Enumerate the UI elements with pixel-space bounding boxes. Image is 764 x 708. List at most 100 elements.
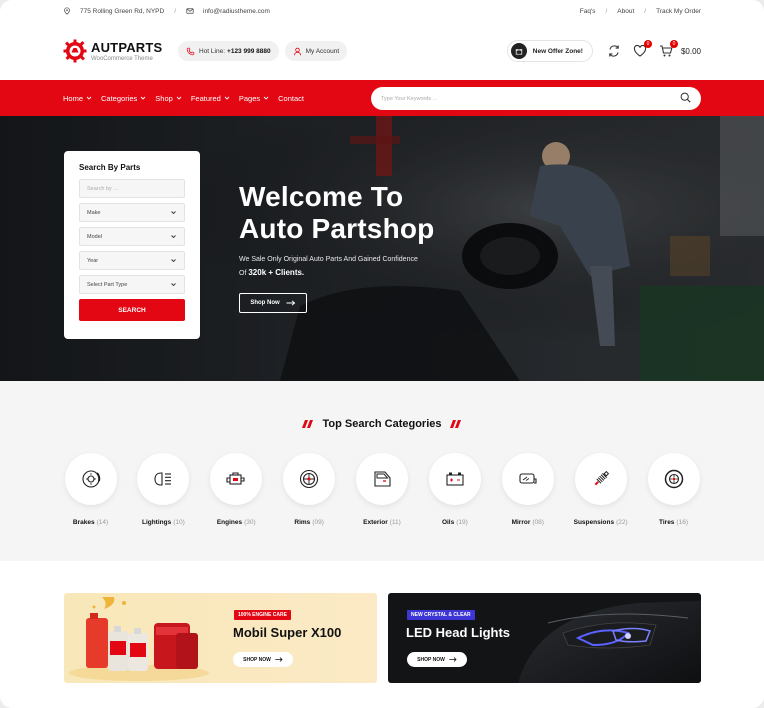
category-count: (11) <box>389 519 401 526</box>
category-engines[interactable]: Engines (30) <box>209 453 264 526</box>
category-tires[interactable]: Tires (16) <box>646 453 701 526</box>
category-name: Brakes <box>72 519 95 526</box>
categories-title: Top Search Categories <box>322 418 442 430</box>
part-type-select[interactable]: Select Part Type <box>79 275 185 294</box>
header: AUTPARTS WooCommerce Theme Hot Line: +12… <box>0 22 764 80</box>
hero-text: Welcome To Auto Partshop We Sale Only Or… <box>239 181 434 313</box>
category-icon-circle <box>210 453 263 505</box>
my-account-button[interactable]: My Account <box>284 41 348 61</box>
promo-shop-now-button[interactable]: SHOP NOW <box>407 652 467 667</box>
about-link[interactable]: About <box>617 8 634 15</box>
chevron-down-icon <box>224 96 230 100</box>
hero-subtitle-highlight: 320k + Clients. <box>248 268 305 277</box>
nav-item-pages[interactable]: Pages <box>239 94 269 103</box>
my-account-label: My Account <box>305 47 340 55</box>
promo-shop-now-button[interactable]: SHOP NOW <box>233 652 293 667</box>
category-exterior[interactable]: Exterior (11) <box>355 453 410 526</box>
category-name: Lightings <box>141 519 172 526</box>
shop-now-label: SHOP NOW <box>243 656 271 663</box>
user-icon <box>293 47 306 56</box>
nav-item-home[interactable]: Home <box>63 94 92 103</box>
nav-item-shop[interactable]: Shop <box>155 94 182 103</box>
promo-title: LED Head Lights <box>406 625 511 640</box>
category-name: Tires <box>659 519 675 526</box>
category-suspensions[interactable]: Suspensions (22) <box>573 453 628 526</box>
promo-title: Mobil Super X100 <box>233 625 342 640</box>
nav-item-featured[interactable]: Featured <box>191 94 230 103</box>
offer-zone-label: New Offer Zone! <box>532 47 583 55</box>
mail-icon <box>186 7 197 15</box>
category-name: Engines <box>216 519 243 526</box>
category-brakes[interactable]: Brakes (14) <box>63 453 118 526</box>
promo-banner-led-lights[interactable]: NEW CRYSTAL & CLEAR LED Head Lights SHOP… <box>388 593 701 683</box>
select-value: Year <box>87 257 99 264</box>
year-select[interactable]: Year <box>79 251 185 270</box>
logo-name: AUTPARTS <box>91 40 163 55</box>
category-name: Oils <box>441 519 455 526</box>
car-door-icon <box>374 471 391 487</box>
keyword-search-box <box>371 87 701 110</box>
category-icon-circle <box>574 453 627 505</box>
category-icon-circle <box>64 453 117 505</box>
cart-icon[interactable]: 0 <box>659 40 678 58</box>
category-name: Rims <box>294 519 311 526</box>
cart-total[interactable]: $0.00 <box>681 47 701 56</box>
category-rims[interactable]: Rims (09) <box>282 453 337 526</box>
offer-zone-button[interactable]: New Offer Zone! <box>506 40 593 62</box>
nav-item-contact[interactable]: Contact <box>278 94 304 103</box>
site-logo[interactable]: AUTPARTS WooCommerce Theme <box>63 39 175 63</box>
category-mirror[interactable]: Mirror (08) <box>500 453 555 526</box>
mirror-icon <box>519 473 537 484</box>
shop-now-label: SHOP NOW <box>417 656 445 663</box>
nav-item-label: Home <box>63 93 84 103</box>
chevron-down-icon <box>171 211 176 215</box>
faq-link[interactable]: Faq's <box>580 8 596 15</box>
category-count: (09) <box>312 519 324 526</box>
nav-item-label: Categories <box>101 93 138 103</box>
category-icon-circle <box>428 453 481 505</box>
hero-section: Search By Parts Search by ... Make Model… <box>0 116 764 381</box>
hotline-pill[interactable]: Hot Line: +123 999 8880 <box>178 41 279 61</box>
compare-icon[interactable] <box>607 44 621 58</box>
parts-search-input[interactable]: Search by ... <box>79 179 185 198</box>
gear-logo-icon <box>63 39 87 63</box>
parts-search-button[interactable]: SEARCH <box>79 299 185 321</box>
arrow-right-icon <box>286 300 295 306</box>
make-select[interactable]: Make <box>79 203 185 222</box>
nav-item-label: Featured <box>190 93 221 103</box>
hero-shop-now-label: Shop Now <box>250 300 280 306</box>
chevron-down-icon <box>171 259 176 263</box>
model-select[interactable]: Model <box>79 227 185 246</box>
category-count: (30) <box>244 519 256 526</box>
search-by-parts-card: Search By Parts Search by ... Make Model… <box>64 151 200 339</box>
category-icon-circle <box>356 453 408 505</box>
tire-icon <box>664 469 683 489</box>
stripes-decor-icon <box>449 420 461 428</box>
topbar-email[interactable]: info@radiustheme.com <box>203 8 270 15</box>
category-lightings[interactable]: Lightings (10) <box>136 453 191 526</box>
topbar: 775 Rolling Green Rd, NYPD / info@radius… <box>0 0 764 22</box>
search-by-parts-title: Search By Parts <box>79 163 141 172</box>
promo-tag: NEW CRYSTAL & CLEAR <box>407 610 475 620</box>
category-oils[interactable]: Oils (19) <box>427 453 482 526</box>
wishlist-heart-icon[interactable]: 0 <box>633 40 652 58</box>
chevron-down-icon <box>176 96 182 100</box>
logo-tagline: WooCommerce Theme <box>91 56 153 62</box>
promo-tag: 100% ENGINE CARE <box>234 610 291 620</box>
gift-icon <box>510 43 527 59</box>
headlight-icon <box>154 472 172 486</box>
categories-heading: Top Search Categories <box>0 418 764 430</box>
nav-item-label: Pages <box>238 93 261 103</box>
category-name: Exterior <box>363 519 388 526</box>
keyword-search-input[interactable] <box>381 95 680 102</box>
promo-banner-engine-oil[interactable]: 100% ENGINE CARE Mobil Super X100 SHOP N… <box>64 593 377 683</box>
select-value: Select Part Type <box>87 281 128 288</box>
topbar-links: Faq's / About / Track My Order <box>580 8 701 15</box>
select-value: Model <box>87 233 102 240</box>
track-order-link[interactable]: Track My Order <box>656 8 701 15</box>
nav-item-categories[interactable]: Categories <box>101 94 146 103</box>
search-icon[interactable] <box>680 90 691 108</box>
hero-title: Welcome To Auto Partshop <box>239 181 435 244</box>
category-icon-circle <box>647 453 700 505</box>
hero-shop-now-button[interactable]: Shop Now <box>239 293 307 313</box>
